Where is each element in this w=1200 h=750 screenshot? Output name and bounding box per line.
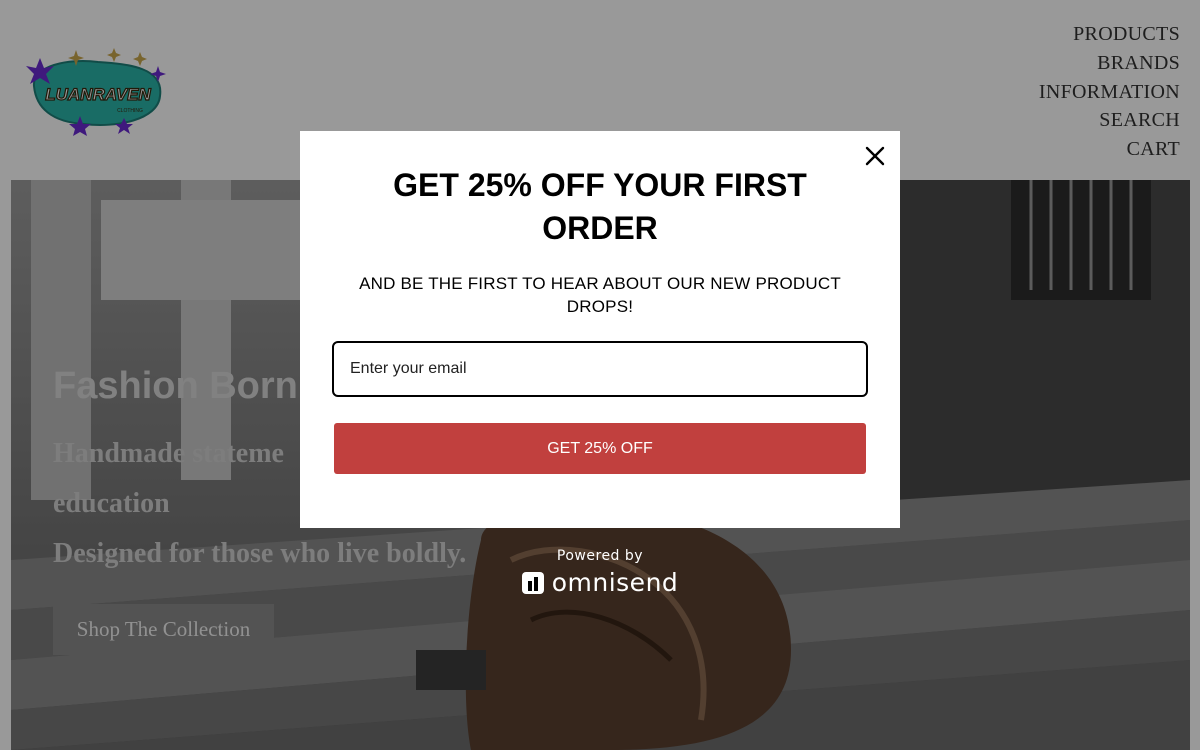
omnisend-wordmark: omnisend bbox=[500, 568, 700, 597]
email-input[interactable] bbox=[332, 341, 868, 397]
popup-title: GET 25% OFF YOUR FIRST ORDER bbox=[393, 167, 807, 246]
omnisend-icon bbox=[521, 571, 544, 594]
popup-subtitle: AND BE THE FIRST TO HEAR ABOUT OUR NEW P… bbox=[359, 274, 841, 316]
powered-by-label: Powered by bbox=[556, 548, 644, 564]
close-popup-button[interactable] bbox=[862, 143, 888, 169]
omnisend-name: omnisend bbox=[551, 568, 679, 597]
discount-popup: GET 25% OFF YOUR FIRST ORDER AND BE THE … bbox=[300, 131, 900, 528]
powered-by-omnisend[interactable]: Powered by omnisend bbox=[500, 548, 700, 597]
close-icon bbox=[865, 146, 885, 166]
get-discount-button[interactable]: GET 25% OFF bbox=[334, 423, 866, 474]
